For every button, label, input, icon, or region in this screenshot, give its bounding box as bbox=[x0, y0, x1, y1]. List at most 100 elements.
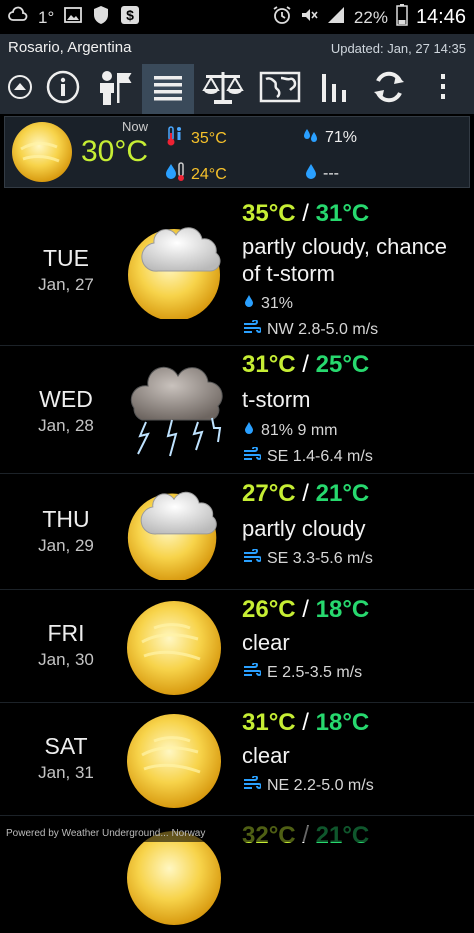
svg-text:$: $ bbox=[126, 7, 134, 23]
high-temp: 31°C bbox=[242, 709, 296, 736]
overflow-menu-button[interactable] bbox=[418, 64, 468, 114]
toolbar bbox=[0, 64, 474, 114]
condition-text: partly cloudy, chance of t-storm bbox=[242, 234, 448, 286]
day-name: FRI bbox=[47, 620, 85, 646]
temperature-range: 27°C / 21°C bbox=[242, 480, 370, 507]
high-temp: 27°C bbox=[242, 480, 296, 507]
precipitation-row: --- bbox=[303, 161, 339, 186]
person-flag-button[interactable] bbox=[86, 64, 142, 114]
low-temp: 21°C bbox=[315, 480, 370, 507]
current-temperature: 30°C bbox=[81, 135, 149, 168]
scale-icon bbox=[202, 68, 244, 111]
chart-button[interactable] bbox=[308, 64, 360, 114]
status-bar: 1° $ 22% 14:46 bbox=[0, 0, 474, 34]
raindrop-icon bbox=[303, 161, 319, 186]
map-button[interactable] bbox=[252, 64, 308, 114]
battery-percent: 22% bbox=[353, 7, 388, 27]
partly-cloudy-icon bbox=[124, 480, 224, 585]
refresh-button[interactable] bbox=[360, 64, 418, 114]
precipitation-value: --- bbox=[323, 164, 339, 182]
wind-row: NE 2.2-5.0 m/s bbox=[243, 775, 374, 795]
temperature-range: 31°C / 25°C bbox=[242, 351, 370, 378]
raindrop-icon bbox=[243, 420, 255, 441]
dollar-notification-icon: $ bbox=[120, 5, 140, 30]
info-icon bbox=[45, 69, 81, 110]
day-date: Jan, 31 bbox=[38, 763, 94, 782]
clock: 14:46 bbox=[415, 6, 466, 28]
low-temp: 18°C bbox=[315, 709, 370, 736]
wind-icon bbox=[243, 319, 262, 339]
precip-value: 31% bbox=[261, 294, 294, 312]
high-temp: 31°C bbox=[242, 351, 296, 378]
sun-icon bbox=[124, 711, 224, 816]
wind-row: SE 3.3-5.6 m/s bbox=[243, 548, 373, 568]
precip-value: 81% 9 mm bbox=[261, 421, 338, 439]
low-temp: 18°C bbox=[315, 596, 370, 623]
wind-row: E 2.5-3.5 m/s bbox=[243, 662, 363, 682]
day-name: WED bbox=[39, 386, 93, 412]
precip-row: 81% 9 mm bbox=[243, 420, 337, 441]
cloud-notification-icon bbox=[8, 5, 28, 30]
humidity-icon bbox=[301, 125, 321, 150]
shield-notification-icon bbox=[92, 5, 110, 30]
temperature-range: 35°C / 31°C bbox=[242, 200, 370, 227]
low-temp: 31°C bbox=[315, 200, 370, 227]
battery-icon bbox=[396, 4, 408, 31]
list-item[interactable]: FRI Jan, 30 26°C / 18°C clear E 2.5-3.5 … bbox=[0, 590, 474, 703]
map-icon bbox=[259, 70, 301, 109]
precip-row: 31% bbox=[243, 293, 293, 314]
list-item[interactable]: THU Jan, 29 27°C / 21°C partly cloudy SE… bbox=[0, 474, 474, 590]
info-button[interactable] bbox=[40, 64, 86, 114]
temperature-range: 31°C / 18°C bbox=[242, 709, 370, 736]
thunderstorm-icon bbox=[124, 358, 228, 467]
wind-value: E 2.5-3.5 m/s bbox=[267, 663, 363, 681]
sun-icon bbox=[9, 119, 75, 190]
now-label: Now bbox=[122, 119, 149, 134]
sun-icon bbox=[124, 598, 224, 703]
wind-value: NW 2.8-5.0 m/s bbox=[267, 320, 379, 338]
condition-text: t-storm bbox=[242, 387, 311, 412]
condition-text: clear bbox=[242, 743, 290, 768]
bar-chart-icon bbox=[317, 70, 351, 109]
high-temp: 26°C bbox=[242, 596, 296, 623]
sun-icon bbox=[124, 828, 224, 933]
wind-icon bbox=[243, 775, 262, 795]
overflow-menu-icon bbox=[438, 70, 448, 109]
list-item[interactable]: TUE Jan, 27 35°C / 31°C partly cloudy, c… bbox=[0, 195, 474, 346]
condition-text: partly cloudy bbox=[242, 516, 366, 541]
list-item[interactable]: WED Jan, 28 31°C / 25°C t-storm 81% 9 mm… bbox=[0, 346, 474, 474]
day-name: TUE bbox=[43, 245, 89, 271]
person-flag-icon bbox=[94, 68, 134, 111]
wind-value: SE 3.3-5.6 m/s bbox=[267, 549, 373, 567]
day-name: THU bbox=[42, 506, 90, 532]
day-date: Jan, 29 bbox=[38, 536, 94, 555]
temperature-notification: 1° bbox=[38, 7, 55, 27]
wind-value: NE 2.2-5.0 m/s bbox=[267, 776, 374, 794]
location-title[interactable]: Rosario, Argentina bbox=[8, 39, 131, 56]
attribution-footer[interactable]: Powered by Weather Underground... Norway bbox=[0, 826, 474, 842]
list-item[interactable]: SAT Jan, 31 31°C / 18°C clear NE 2.2-5.0… bbox=[0, 703, 474, 816]
compare-button[interactable] bbox=[194, 64, 252, 114]
wind-row: SE 1.4-6.4 m/s bbox=[243, 446, 373, 466]
alarm-icon bbox=[272, 5, 292, 30]
wind-row: NW 2.8-5.0 m/s bbox=[243, 319, 379, 339]
mute-icon bbox=[300, 6, 318, 29]
list-view-button[interactable] bbox=[142, 64, 194, 114]
day-date: Jan, 27 bbox=[38, 275, 94, 294]
refresh-icon bbox=[370, 68, 408, 111]
thermometer-high-icon bbox=[165, 125, 187, 152]
updated-time: Updated: Jan, 27 14:35 bbox=[330, 41, 466, 56]
max-temp-row: 35°C bbox=[165, 125, 227, 152]
forecast-list: TUE Jan, 27 35°C / 31°C partly cloudy, c… bbox=[0, 195, 474, 925]
raindrop-icon bbox=[243, 293, 255, 314]
high-temp: 35°C bbox=[242, 200, 296, 227]
drop-thermometer-icon bbox=[165, 161, 187, 188]
min-temp-value: 24°C bbox=[191, 165, 227, 183]
day-date: Jan, 30 bbox=[38, 650, 94, 669]
wind-value: SE 1.4-6.4 m/s bbox=[267, 447, 373, 465]
collapse-button[interactable] bbox=[0, 64, 40, 114]
current-conditions[interactable]: Now 30°C 35°C 24°C 71% --- bbox=[4, 116, 470, 188]
condition-text: clear bbox=[242, 630, 290, 655]
day-name: SAT bbox=[44, 733, 88, 759]
partly-cloudy-icon bbox=[124, 215, 228, 324]
